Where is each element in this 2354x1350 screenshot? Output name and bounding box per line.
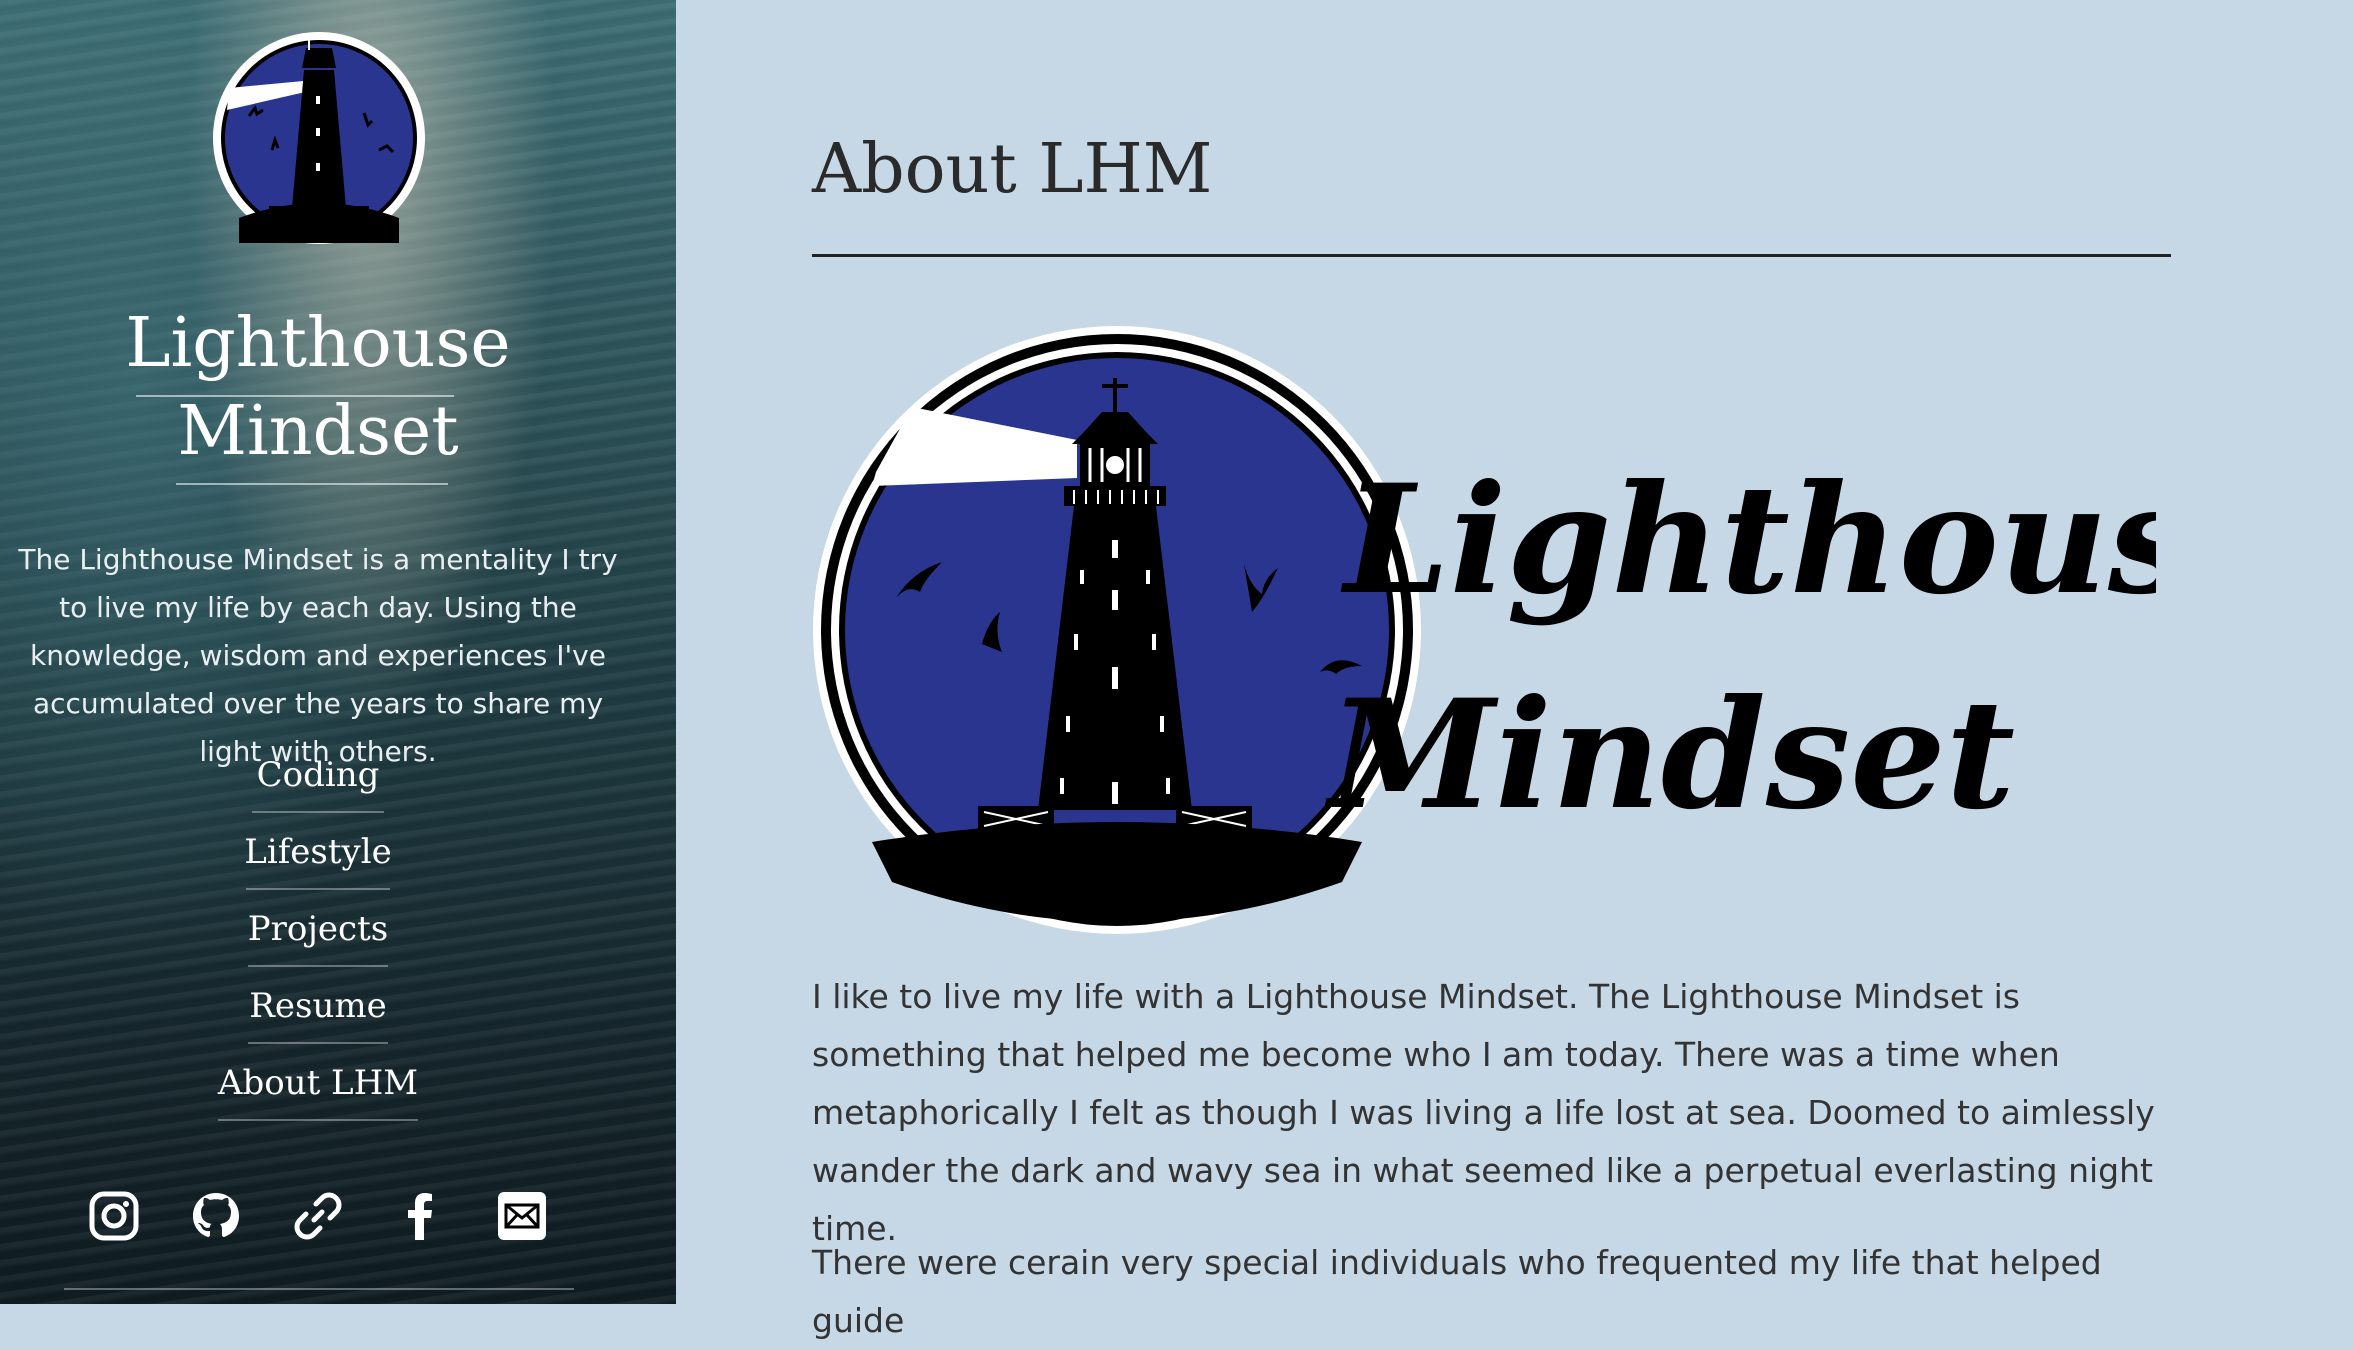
nav-item-projects[interactable]: Projects	[0, 900, 636, 977]
site-title[interactable]: Lighthouse Mindset	[0, 300, 636, 476]
paragraph-1: I like to live my life with a Lighthouse…	[812, 977, 2155, 1248]
nav-divider	[248, 1042, 388, 1044]
nav-item-label: Resume	[249, 986, 387, 1026]
title-divider	[136, 395, 454, 397]
site-title-line1: Lighthouse	[125, 304, 511, 383]
nav-item-resume[interactable]: Resume	[0, 977, 636, 1054]
nav-item-about-lhm[interactable]: About LHM	[0, 1054, 636, 1131]
sidebar: Lighthouse Mindset The Lighthouse Mindse…	[0, 0, 676, 1304]
nav-item-label: Projects	[247, 909, 389, 949]
nav-item-label: Coding	[256, 755, 380, 795]
link-icon[interactable]	[292, 1190, 344, 1242]
paragraph-2: There were cerain very special individua…	[812, 1243, 2102, 1340]
nav-item-label: About LHM	[217, 1063, 419, 1103]
nav-item-label: Lifestyle	[244, 832, 392, 872]
nav-item-coding[interactable]: Coding	[0, 746, 636, 823]
site-title-line2: Mindset	[177, 392, 459, 471]
site-tagline: The Lighthouse Mindset is a mentality I …	[18, 543, 618, 768]
heading-divider	[812, 254, 2171, 257]
sidebar-bottom-divider	[64, 1288, 574, 1290]
facebook-icon[interactable]	[394, 1190, 446, 1242]
logo-text-line1: Lighthouse	[1340, 452, 2156, 628]
github-icon[interactable]	[190, 1190, 242, 1242]
instagram-icon[interactable]	[88, 1190, 140, 1242]
nav-divider	[218, 1119, 418, 1121]
nav-divider	[246, 888, 390, 890]
sidebar-nav: Coding Lifestyle Projects Resume About L…	[0, 746, 636, 1131]
title-divider-bottom	[176, 483, 448, 485]
nav-divider	[252, 811, 384, 813]
email-icon[interactable]	[496, 1190, 548, 1242]
site-logo[interactable]	[209, 28, 429, 248]
lighthouse-mindset-logo: Lighthouse Mindset	[813, 326, 2156, 934]
nav-divider	[248, 965, 388, 967]
page-title: About LHM	[812, 130, 1213, 209]
nav-item-lifestyle[interactable]: Lifestyle	[0, 823, 636, 900]
main-content: About LHM Lighthou Mindset I like to liv…	[676, 0, 2354, 1340]
logo-text-line2: Mindset	[1324, 667, 2015, 843]
